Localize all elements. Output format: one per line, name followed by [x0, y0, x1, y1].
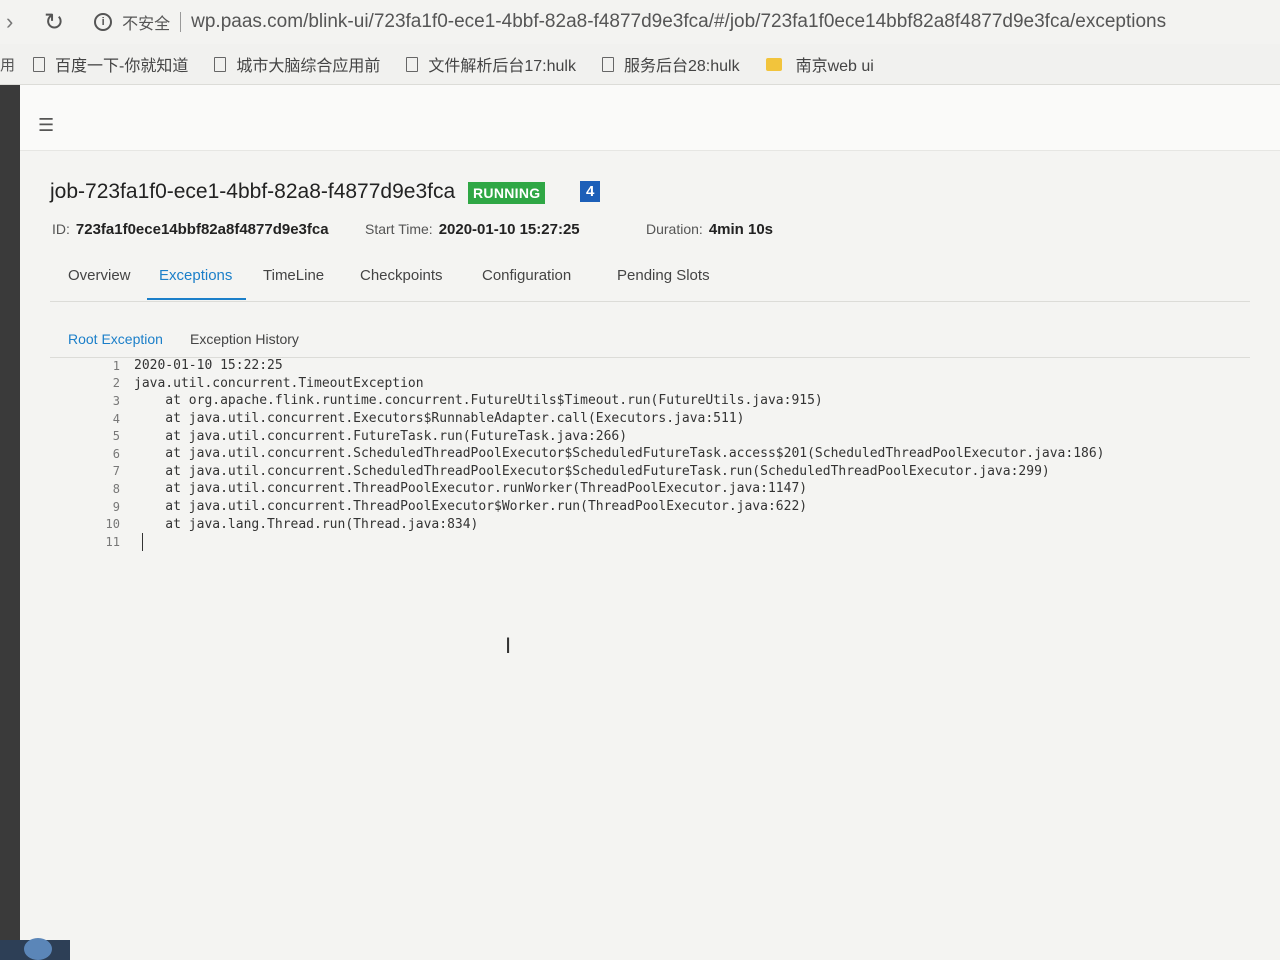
browser-address-bar: › ↻ i 不安全 wp.paas.com/blink-ui/723fa1f0-…	[0, 0, 1280, 44]
code-line: 2 java.util.concurrent.TimeoutException	[60, 375, 1260, 393]
file-icon	[601, 56, 614, 72]
job-id: ID: 723fa1f0ece14bbf82a8f4877d9e3fca	[52, 221, 329, 238]
file-icon	[406, 56, 419, 72]
tab-pending-slots[interactable]: Pending Slots	[617, 267, 710, 298]
text-cursor	[142, 533, 143, 551]
count-badge: 4	[580, 181, 601, 202]
job-tabs: Overview Exceptions TimeLine Checkpoints…	[50, 261, 1250, 302]
duration: Duration: 4min 10s	[646, 221, 773, 238]
bookmark-label: 文件解析后台17:hulk	[428, 58, 576, 75]
line-number: 3	[112, 393, 120, 408]
bookmark-item[interactable]: 城市大脑综合应用前	[214, 52, 380, 76]
line-number: 1	[112, 358, 120, 373]
tab-configuration[interactable]: Configuration	[482, 267, 571, 298]
url-field[interactable]: wp.paas.com/blink-ui/723fa1f0-ece1-4bbf-…	[191, 11, 1166, 33]
job-id-value: 723fa1f0ece14bbf82a8f4877d9e3fca	[75, 221, 329, 238]
divider	[180, 12, 182, 32]
code-text: java.util.concurrent.TimeoutException	[134, 375, 424, 391]
line-number: 7	[112, 464, 120, 479]
app-header: ☰	[20, 85, 1280, 151]
code-line: 5 at java.util.concurrent.FutureTask.run…	[60, 427, 1260, 445]
code-text: at java.util.concurrent.ScheduledThreadP…	[134, 446, 1105, 462]
bookmark-label: 百度一下-你就知道	[55, 58, 189, 75]
window-edge	[0, 85, 20, 960]
subtab-exception-history[interactable]: Exception History	[190, 331, 299, 347]
code-text: at java.util.concurrent.Executors$Runnab…	[134, 411, 745, 427]
code-text: at java.lang.Thread.run(Thread.java:834)	[134, 516, 479, 532]
line-number: 2	[112, 376, 120, 391]
exception-code-viewer[interactable]: 1 2020-01-10 15:22:25 2 java.util.concurren…	[60, 357, 1260, 551]
code-line: 4 at java.util.concurrent.Executors$Runn…	[60, 410, 1260, 428]
start-time-label: Start Time:	[365, 221, 433, 237]
exception-subtabs: Root Exception Exception History	[50, 327, 1250, 358]
folder-icon	[765, 57, 782, 71]
security-label[interactable]: 不安全	[122, 10, 170, 34]
flink-job-page: ☰ job-723fa1f0-ece1-4bbf-82a8-f4877d9e3f…	[20, 85, 1280, 960]
start-time: Start Time: 2020-01-10 15:27:25	[365, 221, 580, 238]
ibeam-cursor-icon: I	[505, 633, 512, 658]
line-number: 8	[112, 481, 120, 496]
bookmark-item[interactable]: 百度一下-你就知道	[33, 52, 188, 76]
code-line: 9 at java.util.concurrent.ThreadPoolExec…	[60, 498, 1260, 516]
bookmark-item[interactable]: 文件解析后台17:hulk	[406, 52, 576, 76]
bookmark-label: 服务后台28:hulk	[623, 58, 740, 75]
forward-icon[interactable]: ›	[6, 9, 26, 35]
bookmark-item[interactable]: 服务后台28:hulk	[601, 52, 740, 76]
code-text: at org.apache.flink.runtime.concurrent.F…	[134, 393, 823, 409]
page-title: job-723fa1f0-ece1-4bbf-82a8-f4877d9e3fca	[50, 180, 456, 203]
line-number: 9	[112, 499, 120, 514]
bookmarks-bar: 用 百度一下-你就知道 城市大脑综合应用前 文件解析后台17:hulk 服务后台…	[0, 44, 1280, 85]
tab-timeline[interactable]: TimeLine	[263, 267, 324, 298]
apps-shortcut[interactable]: 用	[0, 54, 15, 75]
line-number: 6	[112, 446, 120, 461]
subtab-root-exception[interactable]: Root Exception	[68, 331, 163, 347]
code-text: at java.util.concurrent.ThreadPoolExecut…	[134, 481, 808, 497]
line-number: 10	[105, 517, 120, 532]
status-badge: RUNNING	[468, 182, 546, 204]
code-text: at java.util.concurrent.ScheduledThreadP…	[134, 463, 1050, 479]
code-line: 3 at org.apache.flink.runtime.concurrent…	[60, 392, 1260, 410]
code-line: 1 2020-01-10 15:22:25	[60, 357, 1260, 375]
code-line: 7 at java.util.concurrent.ScheduledThrea…	[60, 463, 1260, 481]
menu-toggle-icon[interactable]: ☰	[38, 115, 54, 136]
tab-checkpoints[interactable]: Checkpoints	[360, 267, 443, 298]
code-line: 10 at java.lang.Thread.run(Thread.java:8…	[60, 515, 1260, 533]
file-icon	[214, 56, 227, 72]
bookmark-label: 城市大脑综合应用前	[236, 58, 381, 75]
code-line: 8 at java.util.concurrent.ThreadPoolExec…	[60, 480, 1260, 498]
job-id-label: ID:	[52, 221, 70, 237]
info-icon[interactable]: i	[94, 13, 113, 31]
line-number: 11	[105, 534, 120, 549]
line-number: 5	[112, 429, 120, 444]
line-number: 4	[112, 411, 120, 426]
duration-value: 4min 10s	[708, 221, 774, 238]
code-line: 11	[60, 533, 1260, 551]
start-time-value: 2020-01-10 15:27:25	[438, 221, 580, 238]
duration-label: Duration:	[646, 221, 703, 237]
reload-icon[interactable]: ↻	[44, 8, 64, 37]
code-text: at java.util.concurrent.FutureTask.run(F…	[134, 428, 628, 444]
code-text: 2020-01-10 15:22:25	[134, 358, 283, 374]
start-button[interactable]	[24, 938, 52, 960]
tab-exceptions[interactable]: Exceptions	[147, 267, 247, 300]
bookmark-folder[interactable]: 南京web ui	[765, 52, 874, 76]
tab-overview[interactable]: Overview	[68, 267, 131, 298]
bookmark-label: 南京web ui	[795, 58, 874, 75]
file-icon	[33, 56, 46, 72]
code-text: at java.util.concurrent.ThreadPoolExecut…	[134, 499, 808, 515]
code-line: 6 at java.util.concurrent.ScheduledThrea…	[60, 445, 1260, 463]
